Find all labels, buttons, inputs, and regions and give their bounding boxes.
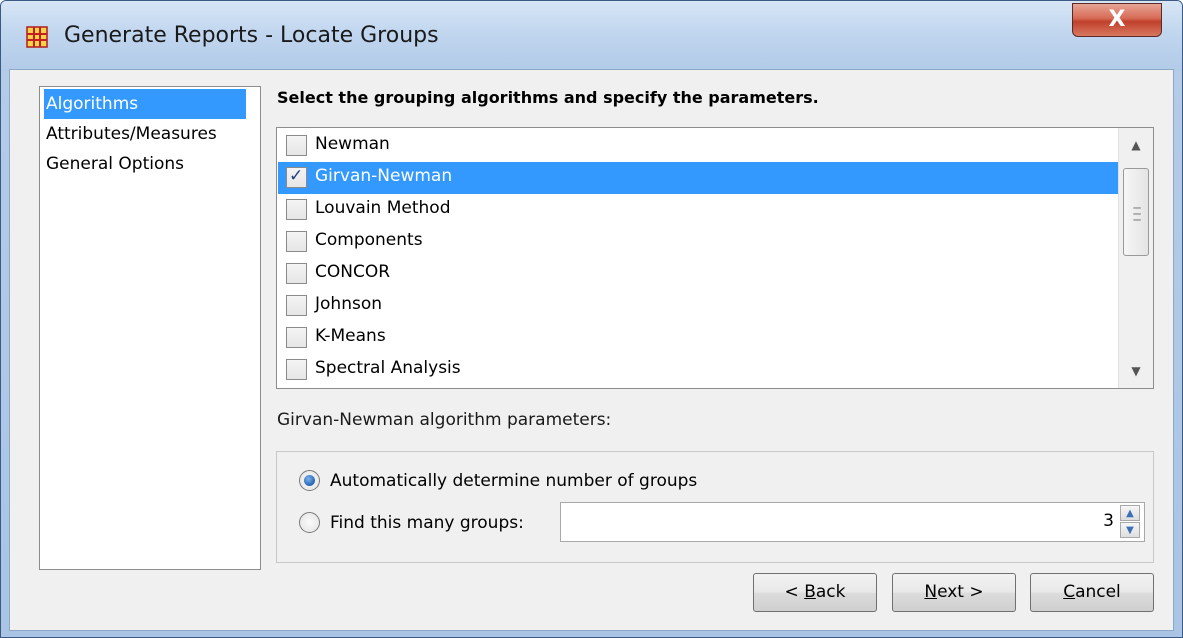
checkbox[interactable] bbox=[286, 199, 307, 220]
next-button[interactable]: Next > bbox=[892, 573, 1016, 612]
scroll-down-arrow-icon[interactable]: ▼ bbox=[1119, 354, 1153, 388]
nav-item-label: Algorithms bbox=[46, 94, 139, 114]
scrollbar-thumb[interactable]: ─ ─ ─ bbox=[1123, 168, 1149, 256]
algorithm-label: Newman bbox=[315, 134, 390, 154]
close-icon: X bbox=[1108, 7, 1126, 32]
radio-auto-label: Automatically determine number of groups bbox=[330, 471, 698, 491]
algorithm-item-spectral-analysis[interactable]: Spectral Analysis bbox=[278, 354, 1118, 386]
checkbox[interactable] bbox=[286, 359, 307, 380]
nav-item-general-options[interactable]: General Options bbox=[44, 149, 184, 179]
algorithm-label: Components bbox=[315, 230, 423, 250]
algorithm-label: Spectral Analysis bbox=[315, 358, 461, 378]
network-grid-icon bbox=[26, 26, 48, 48]
params-group-box: Automatically determine number of groups… bbox=[276, 451, 1154, 563]
radio-selected-dot bbox=[304, 475, 315, 486]
scroll-up-arrow-icon[interactable]: ▲ bbox=[1119, 128, 1153, 162]
close-button[interactable]: X bbox=[1072, 3, 1162, 37]
back-mnemonic: B bbox=[804, 582, 816, 602]
algorithm-item-concor[interactable]: CONCOR bbox=[278, 258, 1118, 290]
algorithm-item-components[interactable]: Components bbox=[278, 226, 1118, 258]
radio-auto-groups[interactable] bbox=[299, 470, 320, 491]
checkmark-icon: ✓ bbox=[289, 166, 304, 186]
vertical-scrollbar[interactable]: ▲ ─ ─ ─ ▼ bbox=[1118, 128, 1153, 388]
checkbox[interactable] bbox=[286, 295, 307, 316]
checkbox[interactable]: ✓ bbox=[286, 166, 307, 188]
next-mnemonic: N bbox=[924, 582, 938, 602]
cancel-mnemonic: C bbox=[1063, 582, 1076, 602]
dialog-window: Generate Reports - Locate Groups X Algor… bbox=[0, 0, 1183, 638]
nav-item-attributes-measures[interactable]: Attributes/Measures bbox=[44, 119, 217, 149]
radio-find-groups[interactable] bbox=[299, 512, 320, 533]
algorithm-label: Johnson bbox=[315, 294, 382, 314]
nav-item-label: Attributes/Measures bbox=[46, 124, 217, 144]
grip-icon: ─ ─ ─ bbox=[1133, 201, 1141, 227]
next-rest: ext > bbox=[937, 582, 984, 602]
checkbox[interactable] bbox=[286, 327, 307, 348]
algorithm-label: Girvan-Newman bbox=[315, 166, 453, 186]
group-count-value: 3 bbox=[1103, 511, 1114, 531]
algorithm-item-girvan-newman[interactable]: ✓ Girvan-Newman bbox=[278, 162, 1118, 194]
group-count-spinner[interactable]: 3 ▲ ▼ bbox=[560, 502, 1145, 542]
back-prefix: < bbox=[784, 582, 805, 602]
checkbox[interactable] bbox=[286, 231, 307, 252]
algorithm-item-k-means[interactable]: K-Means bbox=[278, 322, 1118, 354]
params-label: Girvan-Newman algorithm parameters: bbox=[277, 410, 612, 430]
radio-find-label: Find this many groups: bbox=[330, 513, 524, 533]
section-heading: Select the grouping algorithms and speci… bbox=[277, 88, 819, 107]
cancel-button[interactable]: Cancel bbox=[1030, 573, 1154, 612]
algorithm-list: Newman ✓ Girvan-Newman Louvain Method Co… bbox=[276, 127, 1154, 389]
spinner-down-icon[interactable]: ▼ bbox=[1120, 522, 1140, 538]
options-nav-list: Algorithms Attributes/Measures General O… bbox=[39, 86, 261, 570]
spinner-up-icon[interactable]: ▲ bbox=[1120, 505, 1140, 521]
back-button[interactable]: < Back bbox=[753, 573, 877, 612]
cancel-rest: ancel bbox=[1075, 582, 1121, 602]
nav-item-label: General Options bbox=[46, 154, 184, 174]
dialog-client-area: Algorithms Attributes/Measures General O… bbox=[9, 69, 1174, 631]
checkbox[interactable] bbox=[286, 135, 307, 156]
window-title: Generate Reports - Locate Groups bbox=[64, 23, 439, 48]
algorithm-item-louvain-method[interactable]: Louvain Method bbox=[278, 194, 1118, 226]
algorithm-label: CONCOR bbox=[315, 262, 391, 282]
back-rest: ack bbox=[815, 582, 846, 602]
algorithm-label: Louvain Method bbox=[315, 198, 451, 218]
algorithm-item-johnson[interactable]: Johnson bbox=[278, 290, 1118, 322]
checkbox[interactable] bbox=[286, 263, 307, 284]
algorithm-item-newman[interactable]: Newman bbox=[278, 130, 1118, 162]
title-bar[interactable]: Generate Reports - Locate Groups X bbox=[1, 1, 1182, 71]
algorithm-label: K-Means bbox=[315, 326, 386, 346]
nav-item-algorithms[interactable]: Algorithms bbox=[44, 89, 246, 119]
